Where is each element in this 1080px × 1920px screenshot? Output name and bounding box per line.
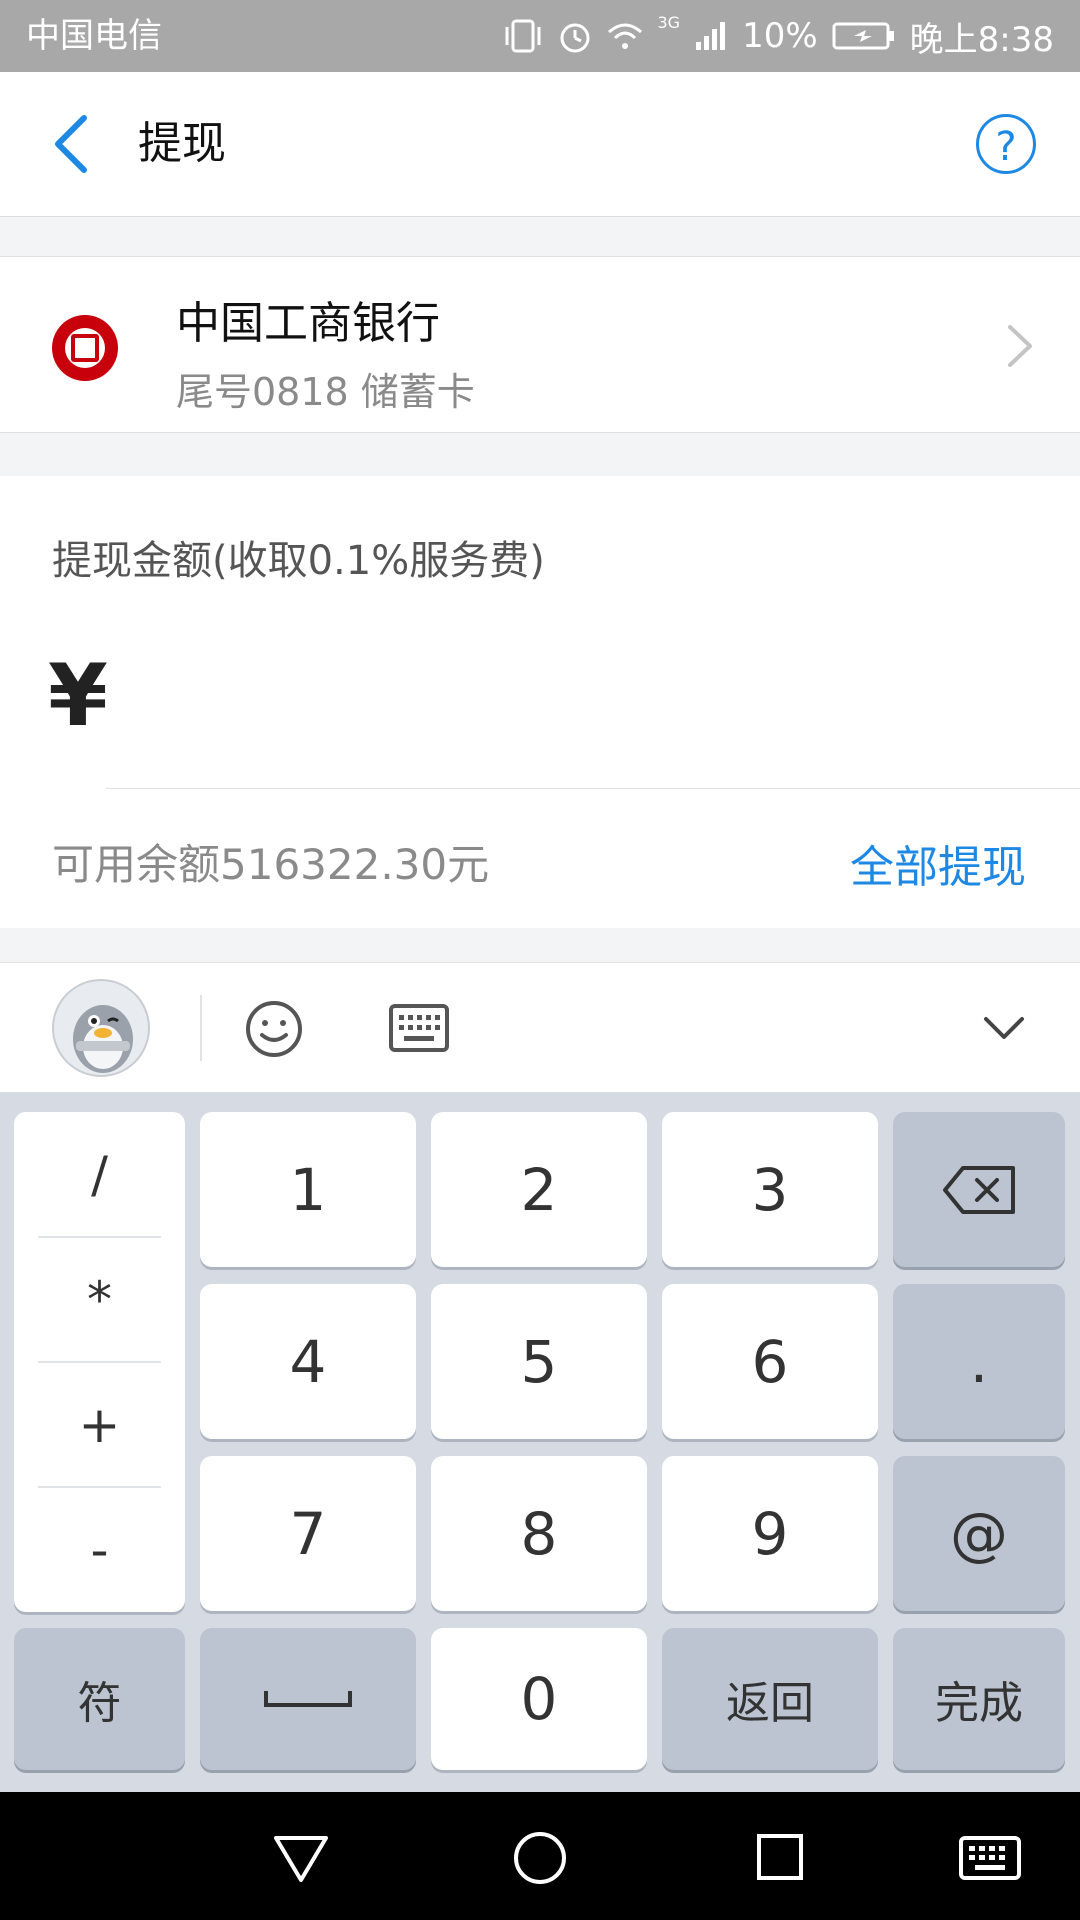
- symbol-column: / * + -: [14, 1112, 185, 1612]
- chevron-right-icon: [1008, 325, 1032, 367]
- alarm-icon: [560, 23, 590, 53]
- signal-icon: [696, 22, 726, 50]
- chevron-down-icon[interactable]: [982, 1009, 1026, 1049]
- currency-symbol: ¥: [48, 646, 108, 746]
- status-icons: 3G 10% 晚上8:38: [503, 0, 1054, 72]
- nav-keyboard-icon[interactable]: [955, 1822, 1025, 1892]
- nav-back-icon[interactable]: [266, 1822, 336, 1892]
- key-at[interactable]: @: [893, 1456, 1065, 1611]
- keyboard-icon[interactable]: [388, 1003, 450, 1053]
- numeric-keyboard: / * + - 1 2 3 4 5 6 . 7 8 9 @ 符 0 返回 完成: [0, 1092, 1080, 1792]
- wifi-icon: [608, 23, 643, 49]
- card-info: 尾号0818 储蓄卡: [176, 370, 475, 414]
- emoji-icon[interactable]: [244, 999, 304, 1059]
- amount-divider: [106, 788, 1080, 789]
- system-nav-bar: [0, 1792, 1080, 1920]
- key-1[interactable]: 1: [200, 1112, 416, 1267]
- toolbar-separator: [200, 995, 202, 1061]
- nav-home-icon[interactable]: [505, 1822, 575, 1892]
- backspace-key[interactable]: [893, 1112, 1065, 1267]
- return-key[interactable]: 返回: [662, 1628, 878, 1770]
- space-bar-icon: [264, 1691, 352, 1707]
- space-key[interactable]: [200, 1628, 416, 1770]
- done-key[interactable]: 完成: [893, 1628, 1065, 1770]
- status-bar: 中国电信 3G 10% 晚上8:38: [0, 0, 1080, 72]
- withdraw-all-link[interactable]: 全部提现: [850, 831, 1026, 895]
- key-9[interactable]: 9: [662, 1456, 878, 1611]
- qq-penguin-avatar-icon[interactable]: [52, 979, 150, 1077]
- logo-glyph: [71, 334, 99, 362]
- header: 提现 ?: [0, 72, 1080, 217]
- help-icon[interactable]: ?: [976, 114, 1036, 174]
- key-dot[interactable]: .: [893, 1284, 1065, 1439]
- amount-label: 提现金额(收取0.1%服务费): [52, 538, 545, 584]
- key-6[interactable]: 6: [662, 1284, 878, 1439]
- nav-recents-icon[interactable]: [745, 1822, 815, 1892]
- battery-charging-icon: [832, 22, 894, 50]
- back-arrow-icon[interactable]: [44, 112, 104, 176]
- network-type-label: 3G: [657, 12, 681, 32]
- carrier-label: 中国电信: [26, 16, 162, 56]
- key-plus[interactable]: +: [14, 1362, 185, 1487]
- key-slash[interactable]: /: [14, 1112, 185, 1237]
- amount-section: 提现金额(收取0.1%服务费) ¥ 可用余额516322.30元 全部提现: [0, 476, 1080, 928]
- key-0[interactable]: 0: [431, 1628, 647, 1770]
- key-2[interactable]: 2: [431, 1112, 647, 1267]
- bank-name: 中国工商银行: [176, 298, 440, 349]
- keyboard-toolbar: [0, 962, 1080, 1093]
- clock: 晚上8:38: [909, 19, 1054, 60]
- backspace-icon: [943, 1165, 1015, 1214]
- page-title: 提现: [138, 118, 226, 169]
- amount-input[interactable]: [130, 646, 1030, 766]
- key-7[interactable]: 7: [200, 1456, 416, 1611]
- battery-percent: 10%: [742, 16, 818, 56]
- key-3[interactable]: 3: [662, 1112, 878, 1267]
- key-8[interactable]: 8: [431, 1456, 647, 1611]
- bank-card-selector[interactable]: 中国工商银行 尾号0818 储蓄卡: [0, 256, 1080, 433]
- symbols-key[interactable]: 符: [14, 1628, 185, 1770]
- key-4[interactable]: 4: [200, 1284, 416, 1439]
- key-asterisk[interactable]: *: [14, 1237, 185, 1362]
- vibrate-icon: [505, 19, 541, 53]
- key-minus[interactable]: -: [14, 1487, 185, 1612]
- available-balance: 可用余额516322.30元: [52, 840, 490, 889]
- key-5[interactable]: 5: [431, 1284, 647, 1439]
- icbc-logo-icon: [52, 315, 118, 381]
